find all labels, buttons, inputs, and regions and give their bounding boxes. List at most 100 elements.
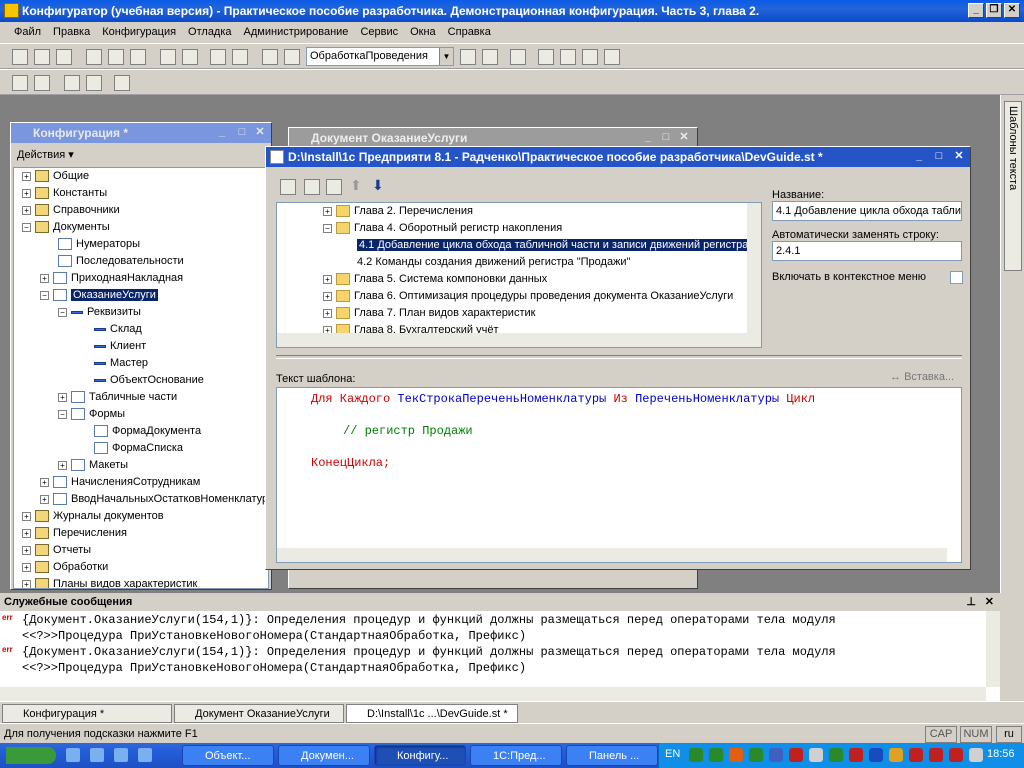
minimize-button[interactable]: _ bbox=[968, 3, 984, 18]
find-next-icon[interactable] bbox=[284, 49, 300, 65]
tray-icon[interactable] bbox=[849, 748, 863, 762]
tray-icon[interactable] bbox=[949, 748, 963, 762]
bluetooth-icon[interactable] bbox=[869, 748, 883, 762]
copy-icon[interactable] bbox=[108, 49, 124, 65]
tree-item-catalogs[interactable]: + Справочники bbox=[22, 202, 120, 219]
lang-indicator[interactable]: EN bbox=[665, 748, 680, 760]
new-icon[interactable] bbox=[12, 49, 28, 65]
menu-edit[interactable]: Правка bbox=[53, 22, 90, 42]
find-icon[interactable] bbox=[262, 49, 278, 65]
config-tree[interactable]: + Общие + Константы + Справочники − Документ… bbox=[13, 167, 269, 589]
menu-file[interactable]: Файл bbox=[14, 22, 41, 42]
tray-icon[interactable] bbox=[769, 748, 783, 762]
search-back-icon[interactable] bbox=[482, 49, 498, 65]
quicklaunch-icon[interactable] bbox=[138, 748, 152, 762]
tree-item-documents[interactable]: − Документы bbox=[22, 219, 110, 236]
add-folder-icon[interactable] bbox=[280, 179, 296, 195]
cut-icon[interactable] bbox=[86, 49, 102, 65]
update-icon[interactable] bbox=[64, 75, 80, 91]
tree-vscroll[interactable] bbox=[747, 203, 761, 333]
tree-item-chapter7[interactable]: + Глава 7. План видов характеристик bbox=[323, 305, 535, 322]
tray-icon[interactable] bbox=[809, 748, 823, 762]
message-line[interactable]: <<?>>Процедура ПриУстановкеНовогоНомера(… bbox=[22, 661, 526, 675]
task-configurator[interactable]: Конфигу... bbox=[374, 745, 466, 766]
syntax-help-icon[interactable] bbox=[582, 49, 598, 65]
tree-item-chapter5[interactable]: + Глава 5. Система компоновки данных bbox=[323, 271, 547, 288]
move-up-icon[interactable]: ⬆ bbox=[350, 177, 362, 194]
tree-item-4-2[interactable]: 4.2 Команды создания движений регистра "… bbox=[357, 254, 630, 271]
messages-hscroll[interactable] bbox=[0, 687, 986, 701]
help-icon[interactable] bbox=[560, 49, 576, 65]
tree-item-receipt[interactable]: + ПриходнаяНакладная bbox=[40, 270, 183, 287]
tree-item-enums[interactable]: + Перечисления bbox=[22, 525, 127, 542]
tree-item-salary[interactable]: + НачисленияСотрудникам bbox=[40, 474, 200, 491]
onec-icon[interactable] bbox=[604, 49, 620, 65]
context-menu-checkbox[interactable] bbox=[950, 271, 963, 284]
minimize-icon[interactable]: _ bbox=[641, 130, 655, 144]
actions-menu[interactable]: Действия ▾ bbox=[17, 149, 74, 161]
close-icon[interactable]: ✕ bbox=[253, 125, 267, 139]
save-icon[interactable] bbox=[56, 49, 72, 65]
preview-icon[interactable] bbox=[182, 49, 198, 65]
task-document[interactable]: Докумен... bbox=[278, 745, 370, 766]
quicklaunch-icon[interactable] bbox=[90, 748, 104, 762]
module-icon[interactable] bbox=[86, 75, 102, 91]
tree-item-layouts[interactable]: + Макеты bbox=[58, 457, 128, 474]
db-icon[interactable] bbox=[34, 75, 50, 91]
config-icon[interactable] bbox=[12, 75, 28, 91]
template-tree[interactable]: + Глава 2. Перечисления − Глава 4. Оборотн… bbox=[276, 202, 762, 348]
paste-icon[interactable] bbox=[130, 49, 146, 65]
start-button[interactable] bbox=[6, 747, 56, 764]
tray-icon[interactable] bbox=[729, 748, 743, 762]
tree-item-journals[interactable]: + Журналы документов bbox=[22, 508, 164, 525]
quicklaunch-icon[interactable] bbox=[114, 748, 128, 762]
wizard-icon[interactable] bbox=[538, 49, 554, 65]
tray-icon[interactable] bbox=[789, 748, 803, 762]
tray-icon[interactable] bbox=[929, 748, 943, 762]
tree-item-forms[interactable]: − Формы bbox=[58, 406, 125, 423]
procedure-combo[interactable]: ОбработкаПроведения ▼ bbox=[306, 47, 454, 66]
quicklaunch-icon[interactable] bbox=[66, 748, 80, 762]
template-code-editor[interactable]: Для Каждого ТекСтрокаПереченьНоменклатур… bbox=[276, 387, 962, 563]
redo-icon[interactable] bbox=[232, 49, 248, 65]
tree-item-chapter6[interactable]: + Глава 6. Оптимизация процедуры проведен… bbox=[323, 288, 733, 305]
templates-tab[interactable]: Шаблоны текста bbox=[1004, 101, 1022, 271]
tree-item-constants[interactable]: + Константы bbox=[22, 185, 107, 202]
menu-configuration[interactable]: Конфигурация bbox=[102, 22, 176, 42]
tree-item-basis[interactable]: ОбъектОснование bbox=[94, 372, 204, 389]
menu-administration[interactable]: Администрирование bbox=[244, 22, 349, 42]
task-1c[interactable]: 1С:Пред... bbox=[470, 745, 562, 766]
tree-item-client[interactable]: Клиент bbox=[94, 338, 146, 355]
tree-item-warehouse[interactable]: Склад bbox=[94, 321, 142, 338]
tree-item-chapter2[interactable]: + Глава 2. Перечисления bbox=[323, 203, 473, 220]
close-icon[interactable]: ✕ bbox=[677, 130, 691, 144]
tree-item-tables[interactable]: + Табличные части bbox=[58, 389, 177, 406]
volume-icon[interactable] bbox=[969, 748, 983, 762]
tray-icon[interactable] bbox=[749, 748, 763, 762]
insert-button[interactable]: ↔ Вставка... bbox=[890, 371, 954, 383]
delete-icon[interactable] bbox=[326, 179, 342, 195]
tree-item-processing[interactable]: + Обработки bbox=[22, 559, 108, 576]
maximize-icon[interactable]: □ bbox=[932, 149, 946, 163]
minimize-icon[interactable]: _ bbox=[912, 149, 926, 163]
task-panel[interactable]: Панель ... bbox=[566, 745, 658, 766]
tree-hscroll[interactable] bbox=[277, 333, 761, 347]
splitter[interactable] bbox=[276, 355, 962, 359]
maximize-icon[interactable]: □ bbox=[659, 130, 673, 144]
language-indicator[interactable]: ru bbox=[996, 726, 1022, 743]
menu-service[interactable]: Сервис bbox=[360, 22, 398, 42]
tree-item-general[interactable]: + Общие bbox=[22, 168, 89, 185]
tree-item-service[interactable]: − ОказаниеУслуги bbox=[40, 287, 158, 304]
message-line[interactable]: {Документ.ОказаниеУслуги(154,1)}: Опреде… bbox=[22, 645, 836, 659]
tree-item-sequences[interactable]: Последовательности bbox=[58, 253, 184, 270]
close-button[interactable]: ✕ bbox=[1004, 3, 1020, 18]
tray-icon[interactable] bbox=[909, 748, 923, 762]
tree-item-chapter4[interactable]: − Глава 4. Оборотный регистр накопления bbox=[323, 220, 562, 237]
name-input[interactable]: 4.1 Добавление цикла обхода табли bbox=[772, 201, 962, 221]
tab-devguide[interactable]: D:\Install\1с ...\DevGuide.st * bbox=[346, 704, 518, 723]
messages-panel[interactable]: err {Документ.ОказаниеУслуги(154,1)}: Оп… bbox=[0, 611, 1000, 701]
messages-vscroll[interactable] bbox=[986, 611, 1000, 687]
tree-item-doc-form[interactable]: ФормаДокумента bbox=[94, 423, 201, 440]
task-object[interactable]: Объект... bbox=[182, 745, 274, 766]
menu-debug[interactable]: Отладка bbox=[188, 22, 231, 42]
